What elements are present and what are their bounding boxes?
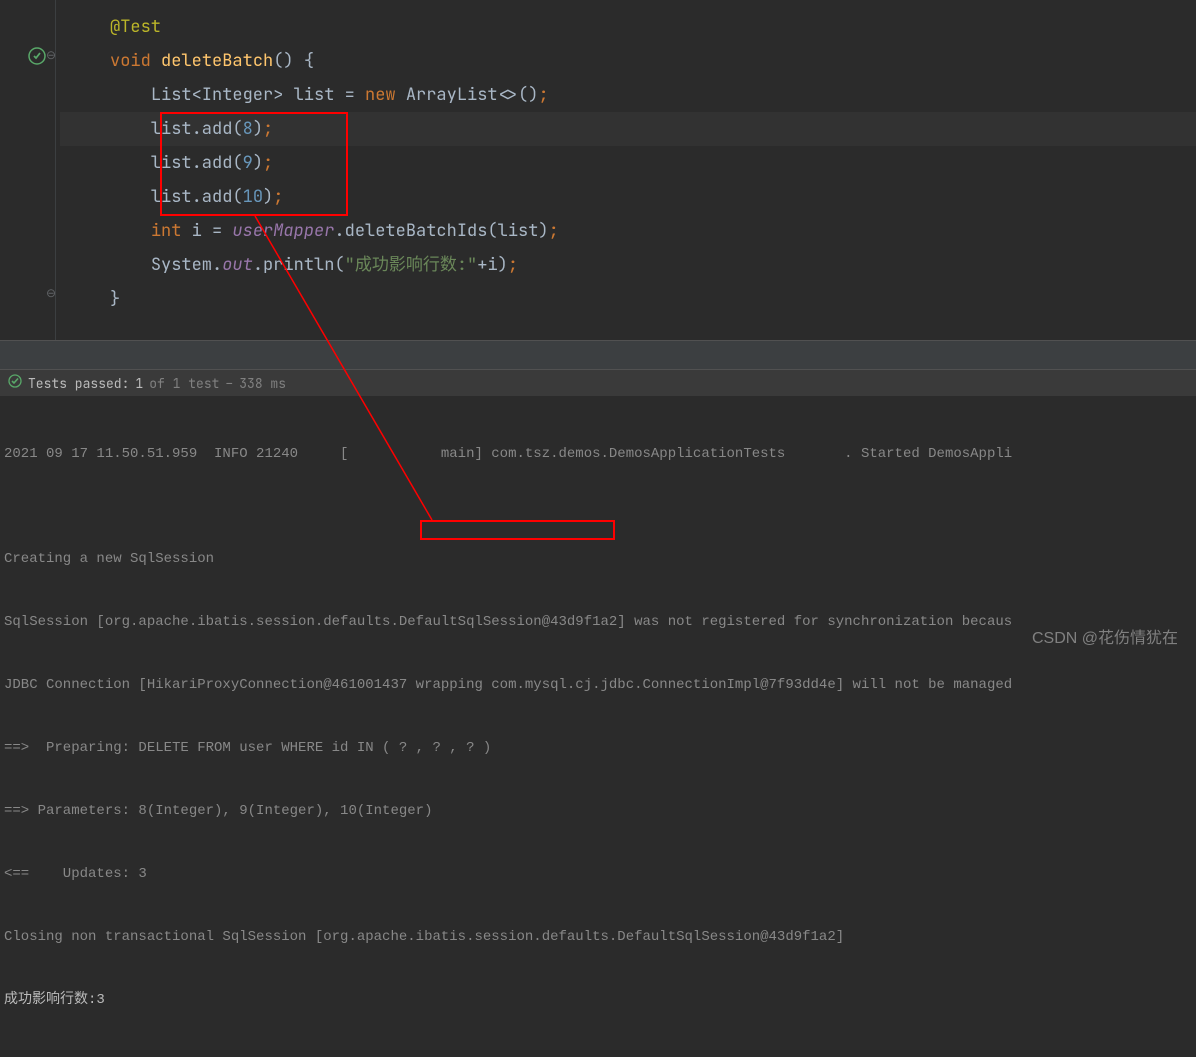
semicolon: ;: [263, 118, 273, 140]
code-text: List<Integer> list =: [151, 84, 365, 106]
code-text: list.add(: [151, 186, 243, 208]
number: 8: [243, 118, 253, 140]
field: userMapper: [232, 220, 334, 242]
code-text: list.add(: [151, 152, 243, 174]
semicolon: ;: [273, 186, 283, 208]
editor-gutter: ⊖ ⊖: [0, 0, 56, 340]
string: "成功影响行数:": [345, 254, 478, 276]
semicolon: ;: [508, 254, 518, 276]
semicolon: ;: [549, 220, 559, 242]
console-line: ==> Preparing: DELETE FROM user WHERE id…: [4, 738, 1192, 759]
code-text: .println(: [253, 254, 345, 276]
keyword: new: [365, 84, 396, 106]
console-line: 成功影响行数:3: [4, 990, 1192, 1011]
keyword: int: [151, 220, 182, 242]
watermark: CSDN @花伤情犹在: [1032, 624, 1178, 648]
code-text: System.: [151, 254, 222, 276]
dash: –: [225, 375, 233, 392]
punct: }: [110, 288, 120, 310]
code-line[interactable]: void deleteBatch() {: [60, 44, 1196, 78]
fold-icon[interactable]: ⊖: [44, 48, 58, 62]
code-editor[interactable]: ⊖ ⊖ @Test void deleteBatch() { List<Inte…: [0, 0, 1196, 340]
console-line: SqlSession [org.apache.ibatis.session.de…: [4, 612, 1192, 633]
test-status-bar[interactable]: Tests passed: 1 of 1 test – 338 ms: [0, 370, 1196, 396]
code-text: ): [253, 152, 263, 174]
punct: () {: [273, 50, 314, 72]
code-line[interactable]: list.add(8);: [60, 112, 1196, 146]
console-output[interactable]: 2021 09 17 11.50.51.959 INFO 21240 [ mai…: [0, 396, 1196, 1057]
code-text: ): [263, 186, 273, 208]
tests-passed-label: Tests passed:: [28, 375, 129, 392]
code-line[interactable]: list.add(9);: [60, 146, 1196, 180]
console-line: Creating a new SqlSession: [4, 549, 1192, 570]
annotation: @Test: [110, 16, 161, 38]
code-text: +i): [477, 254, 508, 276]
console-line: JDBC Connection [HikariProxyConnection@4…: [4, 675, 1192, 696]
method-name: deleteBatch: [161, 50, 273, 72]
console-line: <== Updates: 3: [4, 864, 1192, 885]
code-line[interactable]: }: [60, 282, 1196, 316]
console-line: Closing non transactional SqlSession [or…: [4, 927, 1192, 948]
code-line[interactable]: int i = userMapper.deleteBatchIds(list);: [60, 214, 1196, 248]
console-line: ==> Parameters: 8(Integer), 9(Integer), …: [4, 801, 1192, 822]
semicolon: ;: [538, 84, 548, 106]
keyword: void: [110, 50, 151, 72]
run-test-icon[interactable]: [28, 47, 44, 63]
tests-passed-count: 1: [135, 375, 143, 392]
number: 10: [243, 186, 263, 208]
code-text: i =: [181, 220, 232, 242]
code-text: .deleteBatchIds(list): [334, 220, 548, 242]
code-line[interactable]: @Test: [60, 10, 1196, 44]
tests-total: of 1 test: [149, 375, 219, 392]
semicolon: ;: [263, 152, 273, 174]
fold-icon[interactable]: ⊖: [44, 286, 58, 300]
field: out: [222, 254, 253, 276]
console-line: 2021 09 17 11.50.51.959 INFO 21240 [ mai…: [4, 444, 1192, 465]
test-pass-icon: [8, 374, 22, 392]
tool-window-tabs[interactable]: [0, 340, 1196, 370]
code-line[interactable]: System.out.println("成功影响行数:"+i);: [60, 248, 1196, 282]
tests-time: 338 ms: [239, 375, 286, 392]
number: 9: [243, 152, 253, 174]
code-text: list.add(: [151, 118, 243, 140]
code-text: ArrayList<>(): [396, 84, 539, 106]
code-text: ): [253, 118, 263, 140]
code-line[interactable]: List<Integer> list = new ArrayList<>();: [60, 78, 1196, 112]
code-line[interactable]: list.add(10);: [60, 180, 1196, 214]
console-area: Tests passed: 1 of 1 test – 338 ms 2021 …: [0, 370, 1196, 658]
